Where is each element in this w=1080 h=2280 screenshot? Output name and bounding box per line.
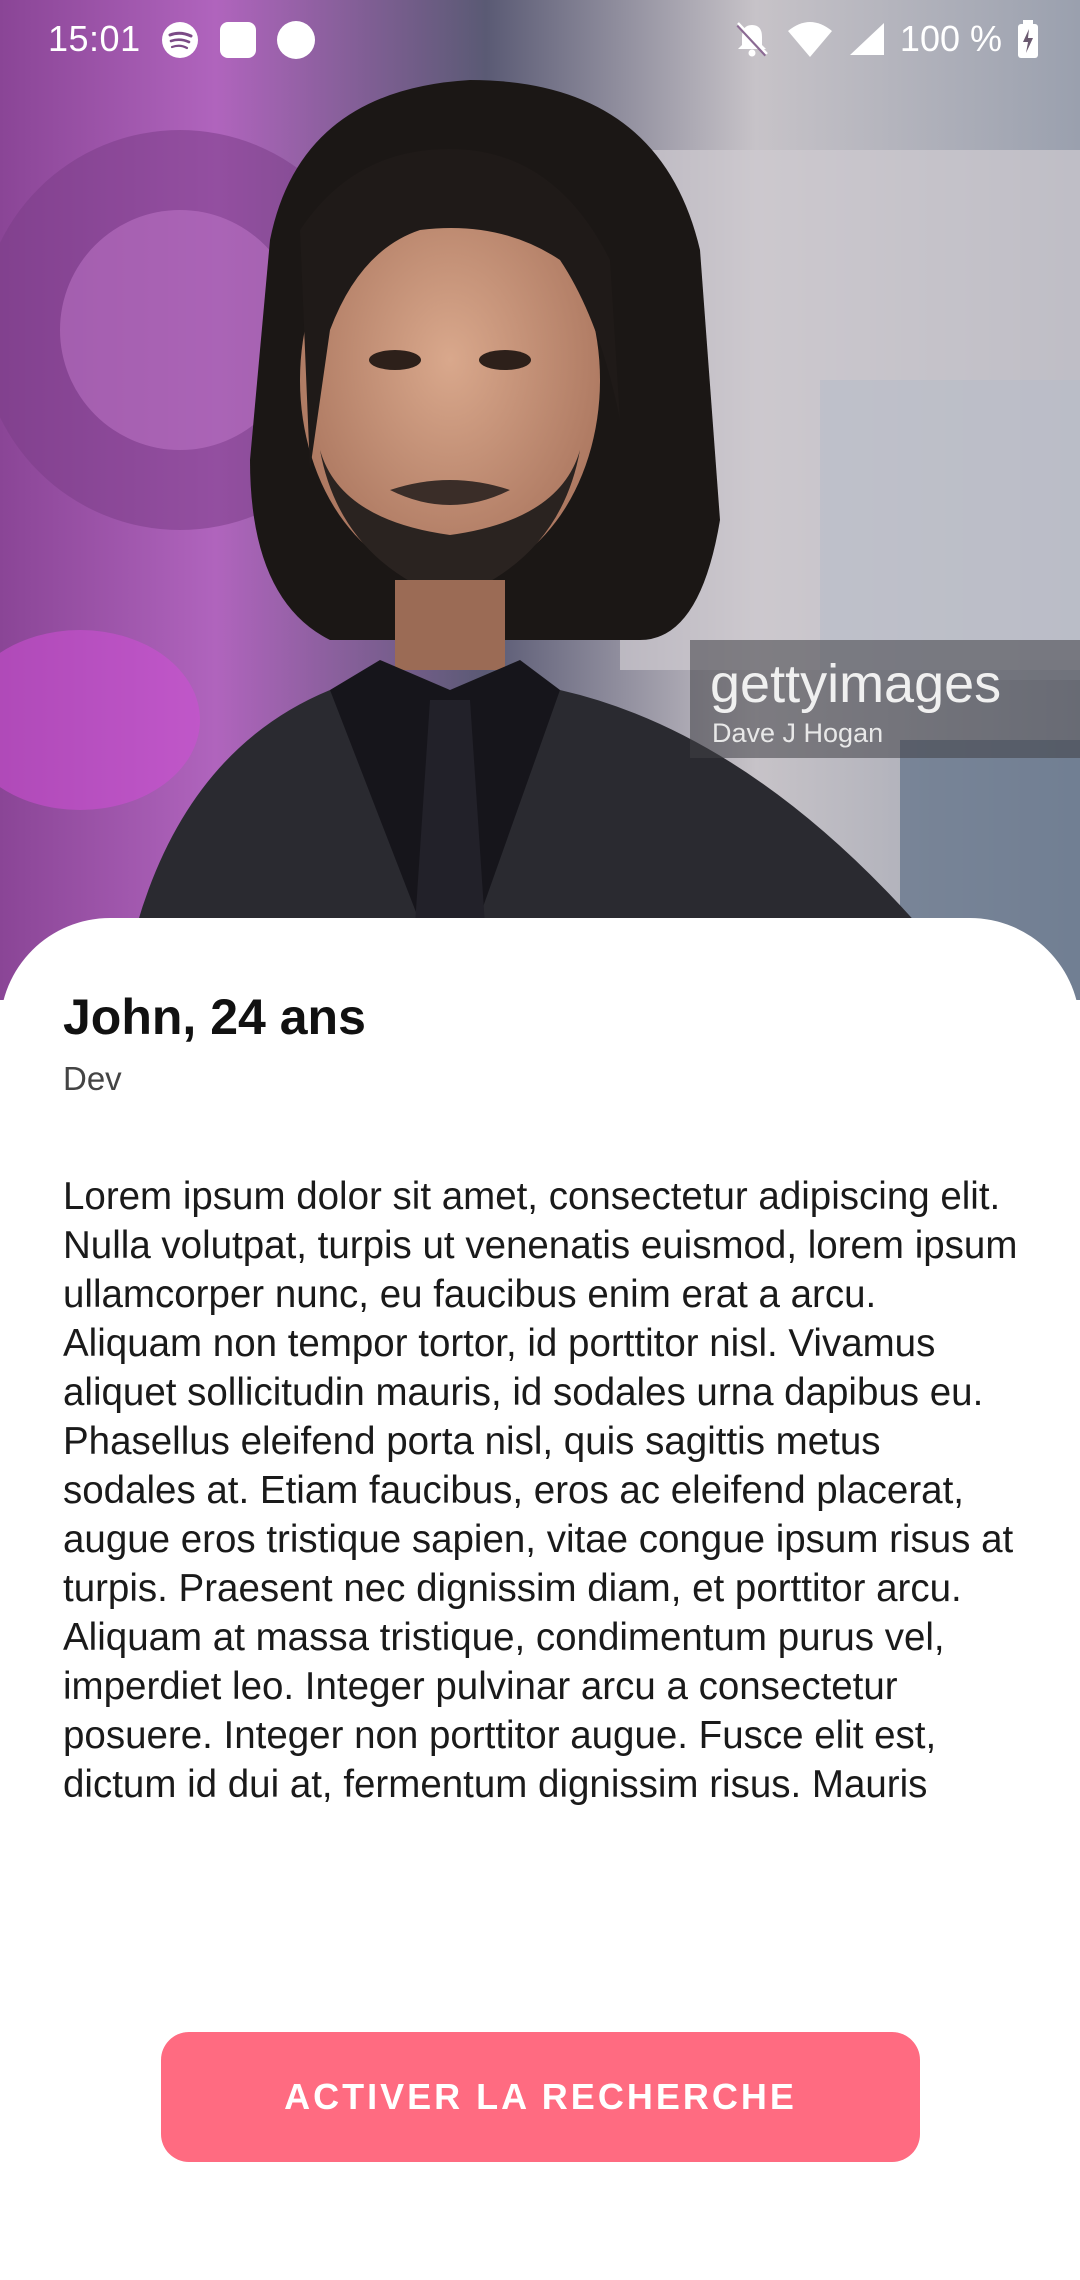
dot-notification-icon	[276, 20, 316, 69]
status-bar: 15:01 100 %	[0, 0, 1080, 80]
battery-level: 100 %	[899, 18, 1002, 59]
cell-signal-icon	[848, 19, 886, 59]
battery-charging-icon	[1016, 19, 1040, 59]
profile-photo: gettyimages Dave J Hogan	[0, 0, 1080, 1000]
profile-name-age: John, 24 ans	[63, 989, 366, 1045]
profile-card: John, 24 ans Dev Lorem ipsum dolor sit a…	[0, 918, 1080, 2280]
profile-screen: gettyimages Dave J Hogan 15:01 100 % Joh…	[0, 0, 1080, 2280]
wifi-icon	[786, 19, 834, 59]
notification-icons	[160, 20, 316, 69]
watermark-credit: Dave J Hogan	[712, 718, 883, 748]
watermark-brand: gettyimages	[710, 654, 1001, 714]
activate-search-button[interactable]: ACTIVER LA RECHERCHE	[161, 2032, 920, 2162]
silent-mode-icon	[732, 19, 772, 59]
app-notification-icon	[218, 20, 258, 69]
system-status: 100 %	[732, 18, 1040, 60]
profile-job: Dev	[63, 1060, 122, 1097]
status-time: 15:01	[48, 18, 141, 59]
spotify-icon	[160, 20, 200, 69]
profile-bio: Lorem ipsum dolor sit amet, consectetur …	[63, 1175, 1018, 1806]
